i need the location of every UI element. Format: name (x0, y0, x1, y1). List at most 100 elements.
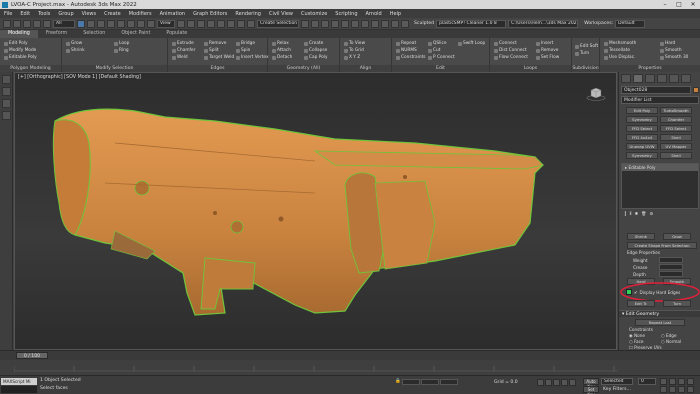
key-filters-button[interactable]: Key Filters... (603, 387, 631, 392)
tab-freeform[interactable]: Freeform (38, 30, 75, 38)
repeat-last-button[interactable]: Repeat Last (635, 319, 685, 326)
percent-snap-icon[interactable] (227, 19, 235, 28)
tab-selection[interactable]: Selection (75, 30, 113, 38)
time-slider[interactable]: 0 / 100 (0, 350, 700, 360)
detach-button[interactable]: Detach (272, 55, 292, 60)
nurms-button[interactable]: NURMS (396, 48, 417, 53)
menu-arnold[interactable]: Arnold (362, 11, 386, 17)
menu-animation[interactable]: Animation (156, 11, 190, 17)
ribbon-toggle-icon[interactable] (341, 19, 349, 28)
menu-edit[interactable]: Edit (16, 11, 34, 17)
menu-modifiers[interactable]: Modifiers (125, 11, 156, 17)
menu-views[interactable]: Views (78, 11, 100, 17)
loop-button[interactable]: Loop (114, 41, 129, 46)
display-filter-icon[interactable] (2, 87, 11, 96)
lock-icon[interactable]: 🔒 (395, 379, 401, 385)
edit-poly-button[interactable]: Edit Poly (4, 41, 28, 46)
create-tab-icon[interactable] (621, 74, 631, 83)
project-path-field[interactable]: C:\Users\Hem...\3ds Max 2022 (508, 19, 579, 28)
modifier-unwrap-uvw-button[interactable]: Unwrap UVW (626, 143, 658, 150)
placement-icon[interactable] (147, 19, 155, 28)
utilities-tab-icon[interactable] (681, 74, 691, 83)
field-of-view-icon[interactable] (687, 378, 694, 385)
pivot-icon[interactable] (177, 19, 185, 28)
time-config-icon[interactable] (687, 386, 694, 393)
menu-group[interactable]: Group (54, 11, 77, 17)
cut-button[interactable]: Cut (428, 48, 440, 53)
editable-poly-button[interactable]: Editable Poly (4, 55, 37, 60)
remove-modifier-icon[interactable]: 🗑 (641, 211, 646, 218)
snap-icon[interactable] (207, 19, 215, 28)
modifier-uv-mapper-button[interactable]: UV Mapper (660, 143, 692, 150)
select-by-name-icon[interactable] (87, 19, 95, 28)
tab-object-paint[interactable]: Object Paint (113, 30, 158, 38)
smooth-30-button[interactable]: Smooth 30 (660, 55, 688, 60)
curve-editor-icon[interactable] (351, 19, 359, 28)
menu-rendering[interactable]: Rendering (231, 11, 265, 17)
extrude-button[interactable]: Extrude (172, 41, 194, 46)
grow-button[interactable]: Grow (66, 41, 82, 46)
constraint-none-radio[interactable]: ◉ None (629, 333, 645, 338)
rendered-frame-icon[interactable] (391, 19, 399, 28)
shrink-button[interactable]: Shrink (66, 48, 85, 53)
set-flow-button[interactable]: Set Flow (536, 55, 559, 60)
receiver-model[interactable] (15, 73, 617, 350)
modifier-turbosmooth-button[interactable]: TurboSmooth (660, 107, 692, 114)
link-icon[interactable] (23, 19, 31, 28)
constraint-normal-radio[interactable]: ○ Normal (661, 339, 681, 344)
previous-frame-icon[interactable] (545, 379, 552, 386)
show-end-result-icon[interactable]: Ⅱ (630, 211, 632, 218)
z-coordinate-field[interactable] (439, 379, 458, 385)
spin-button[interactable]: Spin (236, 48, 250, 53)
align-xyz-buttons[interactable]: X Y Z (344, 55, 360, 60)
keyboard-shortcut-icon[interactable] (197, 19, 205, 28)
edit-named-selection-icon[interactable] (247, 19, 255, 28)
object-name-field[interactable]: Object028 (621, 86, 691, 94)
cap-poly-button[interactable]: Cap Poly (304, 55, 328, 60)
remove-loop-button[interactable]: Remove (536, 48, 558, 53)
swift-loop-button[interactable]: Swift Loop (458, 41, 485, 46)
scale-icon[interactable] (137, 19, 145, 28)
weld-button[interactable]: Weld (172, 55, 188, 60)
play-icon[interactable] (553, 379, 560, 386)
hierarchy-tab-icon[interactable] (645, 74, 655, 83)
crease-spinner[interactable] (659, 264, 683, 270)
modifier-shell-button[interactable]: Shell (660, 134, 692, 141)
pan-icon[interactable] (660, 386, 667, 393)
modifier-ffd-select-button[interactable]: FFD Select (626, 125, 658, 132)
go-to-start-icon[interactable] (537, 379, 544, 386)
maximize-viewport-icon[interactable] (678, 386, 685, 393)
layer-explorer-icon[interactable] (331, 19, 339, 28)
hard-button[interactable]: Hard (660, 41, 675, 46)
align-icon[interactable] (311, 19, 319, 28)
selected-dropdown[interactable]: Selected (601, 378, 633, 385)
pin-stack-icon[interactable]: ┃ (624, 211, 627, 218)
menu-customize[interactable]: Customize (297, 11, 331, 17)
go-to-end-icon[interactable] (569, 379, 576, 386)
modifier-chamfer-button[interactable]: Chamfer (660, 116, 692, 123)
track-bar[interactable] (0, 360, 700, 375)
hierarchy-icon[interactable] (2, 111, 11, 120)
insert-loop-button[interactable]: Insert (536, 41, 553, 46)
constraint-edge-radio[interactable]: ○ Edge (661, 333, 677, 338)
y-coordinate-field[interactable] (420, 379, 439, 385)
dist-connect-button[interactable]: Dist Connect (494, 48, 527, 53)
close-icon[interactable]: ✕ (686, 1, 700, 8)
display-none-icon[interactable] (2, 99, 11, 108)
tab-modeling[interactable]: Modeling (0, 30, 38, 38)
connect-button[interactable]: Connect (494, 41, 517, 46)
zoom-icon[interactable] (660, 378, 667, 385)
edit-soft-button[interactable]: Edit Soft (575, 44, 598, 49)
p-connect-button[interactable]: P Connect (428, 55, 455, 60)
meshsmooth-button[interactable]: Meshsmooth (604, 41, 636, 46)
unlink-icon[interactable] (33, 19, 41, 28)
selection-filter-dropdown[interactable]: All (53, 19, 75, 28)
menu-graph-editors[interactable]: Graph Editors (189, 11, 231, 17)
render-icon[interactable] (401, 19, 409, 28)
collapse-button[interactable]: Collapse (304, 48, 327, 53)
remove-button[interactable]: Remove (204, 41, 226, 46)
set-key-button[interactable]: Set Key (583, 386, 599, 394)
undo-icon[interactable] (3, 19, 11, 28)
menu-create[interactable]: Create (100, 11, 125, 17)
turn-button[interactable]: Turn (575, 51, 589, 56)
